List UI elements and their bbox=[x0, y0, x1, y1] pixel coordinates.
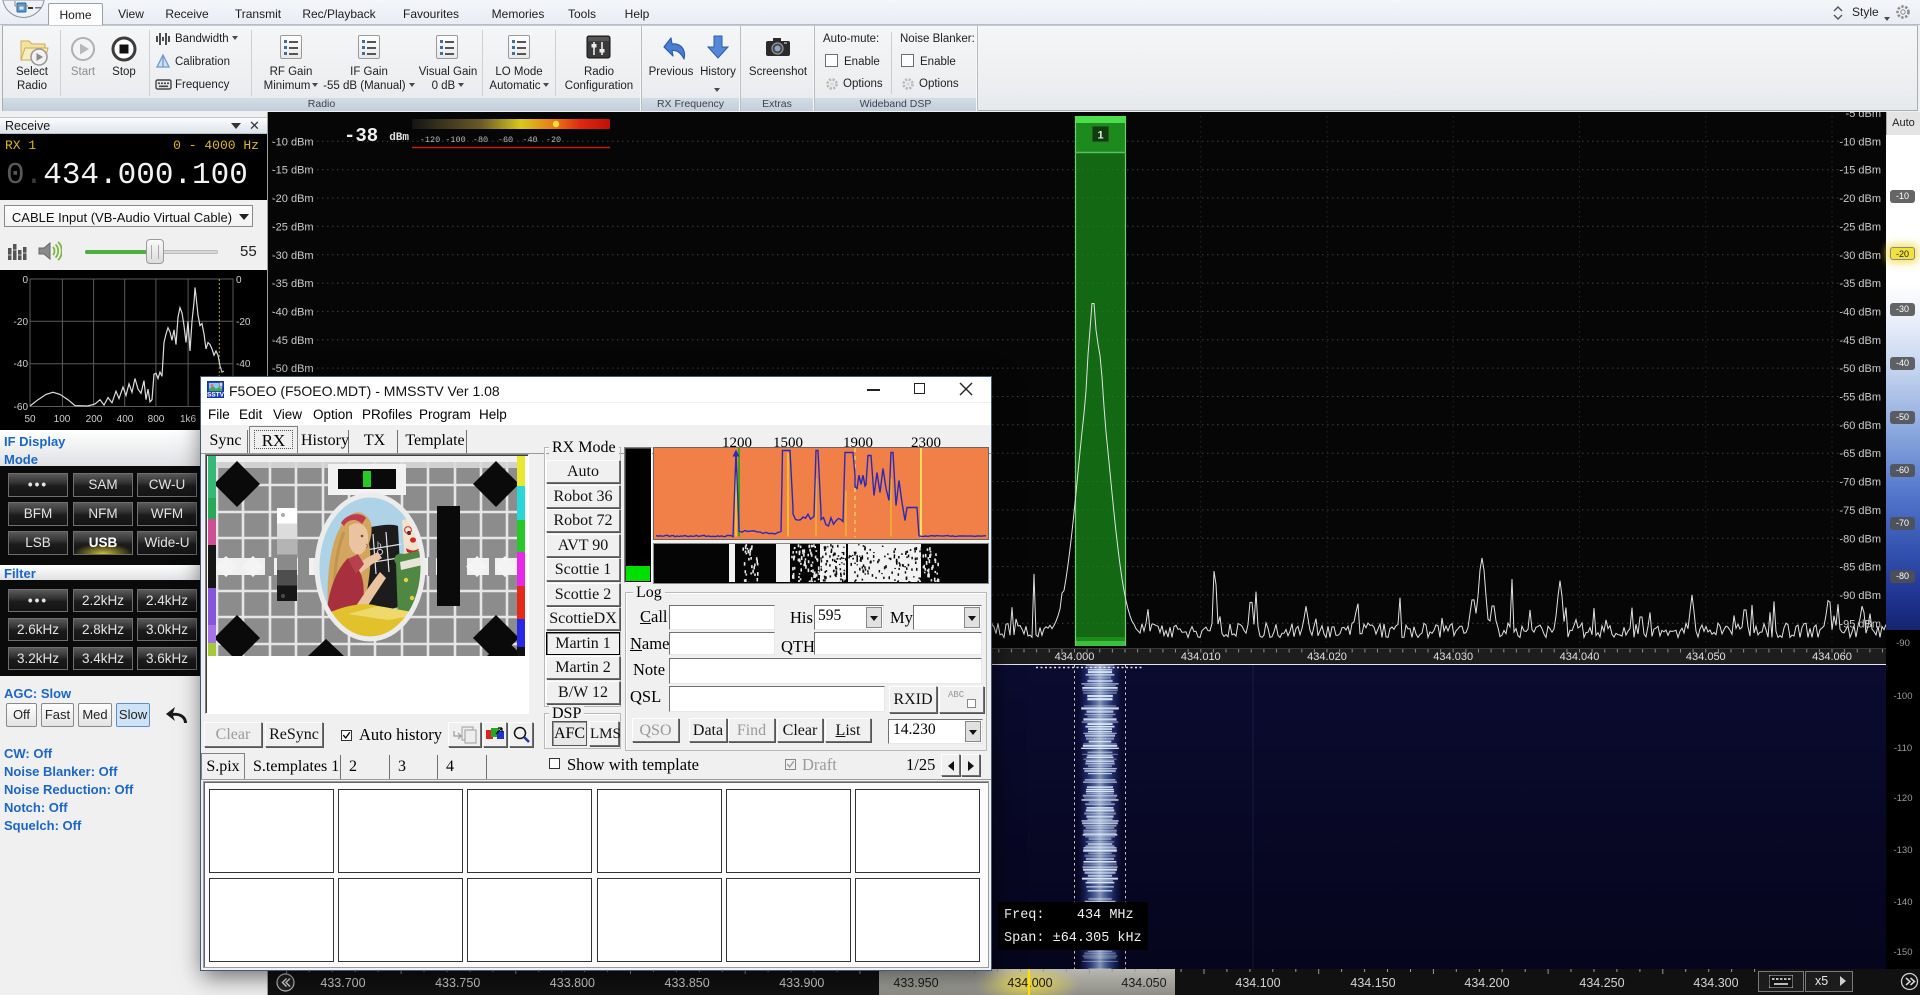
svg-text:-15 dBm: -15 dBm bbox=[1839, 165, 1881, 177]
svg-text:-45 dBm: -45 dBm bbox=[272, 335, 314, 347]
svg-text:-50 dBm: -50 dBm bbox=[1839, 363, 1881, 375]
svg-text:b: b bbox=[377, 540, 382, 550]
svg-text:-60: -60 bbox=[498, 135, 513, 145]
svg-text:-30 dBm: -30 dBm bbox=[272, 250, 314, 262]
svg-text:-25 dBm: -25 dBm bbox=[1839, 221, 1881, 233]
svg-text:-85 dBm: -85 dBm bbox=[1839, 562, 1881, 574]
svg-text:400: 400 bbox=[117, 414, 134, 425]
svg-text:1: 1 bbox=[1097, 130, 1103, 142]
svg-text:-45 dBm: -45 dBm bbox=[1839, 335, 1881, 347]
svg-text:-40: -40 bbox=[522, 135, 537, 145]
svg-text:-50 dBm: -50 dBm bbox=[272, 363, 314, 375]
svg-text:-40: -40 bbox=[236, 359, 251, 370]
svg-text:-60: -60 bbox=[14, 402, 29, 413]
svg-text:-30 dBm: -30 dBm bbox=[1839, 250, 1881, 262]
svg-text:-40 dBm: -40 dBm bbox=[1839, 306, 1881, 318]
svg-text:-20 dBm: -20 dBm bbox=[1839, 193, 1881, 205]
svg-text:-60 dBm: -60 dBm bbox=[1839, 420, 1881, 432]
svg-text:-120: -120 bbox=[420, 135, 440, 145]
svg-text:-65 dBm: -65 dBm bbox=[1839, 448, 1881, 460]
svg-text:-100: -100 bbox=[445, 135, 465, 145]
svg-text:200: 200 bbox=[86, 414, 103, 425]
svg-text:-70 dBm: -70 dBm bbox=[1839, 477, 1881, 489]
svg-text:-80 dBm: -80 dBm bbox=[1839, 533, 1881, 545]
svg-text:-10 dBm: -10 dBm bbox=[272, 136, 314, 148]
svg-text:-95 dBm: -95 dBm bbox=[1839, 618, 1881, 630]
svg-text:-75 dBm: -75 dBm bbox=[1839, 505, 1881, 517]
svg-text:-10 dBm: -10 dBm bbox=[1839, 136, 1881, 148]
svg-text:-20: -20 bbox=[546, 135, 561, 145]
svg-text:SSTV: SSTV bbox=[207, 392, 224, 399]
svg-text:-35 dBm: -35 dBm bbox=[1839, 278, 1881, 290]
svg-text:800: 800 bbox=[148, 414, 165, 425]
svg-text:100: 100 bbox=[54, 414, 71, 425]
svg-text:1k6: 1k6 bbox=[180, 414, 197, 425]
svg-text:-25 dBm: -25 dBm bbox=[272, 221, 314, 233]
svg-text:0: 0 bbox=[236, 275, 242, 286]
svg-text:-35 dBm: -35 dBm bbox=[272, 278, 314, 290]
svg-text:-20: -20 bbox=[236, 317, 251, 328]
svg-text:-40: -40 bbox=[14, 359, 29, 370]
svg-text:-40 dBm: -40 dBm bbox=[272, 306, 314, 318]
svg-text:-80: -80 bbox=[473, 135, 488, 145]
svg-text:-15 dBm: -15 dBm bbox=[272, 165, 314, 177]
svg-text:0: 0 bbox=[22, 275, 28, 286]
svg-text:-20: -20 bbox=[14, 317, 29, 328]
svg-text:dBm: dBm bbox=[389, 132, 409, 144]
svg-text:-20 dBm: -20 dBm bbox=[272, 193, 314, 205]
svg-text:-38: -38 bbox=[344, 125, 378, 147]
svg-text:-55 dBm: -55 dBm bbox=[1839, 392, 1881, 404]
svg-text:50: 50 bbox=[24, 414, 36, 425]
svg-text:-90 dBm: -90 dBm bbox=[1839, 590, 1881, 602]
svg-text:-5 dBm: -5 dBm bbox=[1846, 112, 1881, 120]
